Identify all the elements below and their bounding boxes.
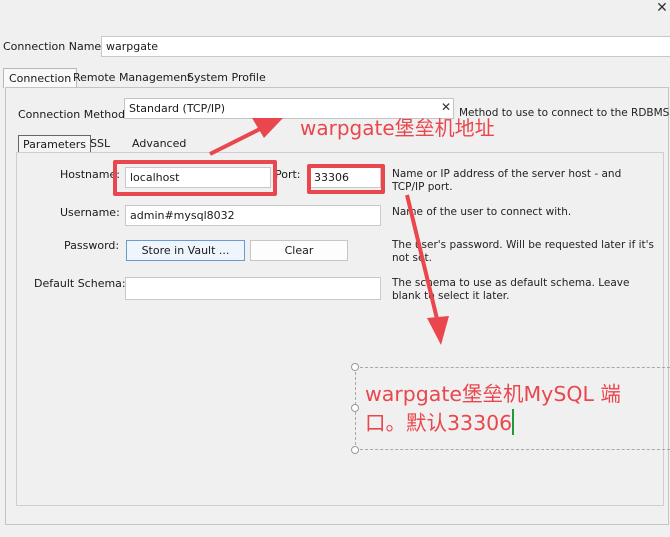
port-arrow-head xyxy=(427,316,449,345)
host-arrow-head xyxy=(252,118,283,138)
resize-handle[interactable] xyxy=(351,363,359,371)
annotation-arrows xyxy=(209,118,449,345)
port-arrow-line xyxy=(405,194,440,324)
resize-handle[interactable] xyxy=(351,404,359,412)
host-annotation-text: warpgate堡垒机地址 xyxy=(300,116,495,140)
resize-handle[interactable] xyxy=(351,446,359,454)
port-annotation-line2: 口。默认33306 xyxy=(365,411,513,435)
port-annotation-text: warpgate堡垒机MySQL 端 口。默认33306 xyxy=(365,380,621,438)
host-arrow-line xyxy=(209,126,263,156)
text-caret xyxy=(512,409,515,435)
port-annotation-line1: warpgate堡垒机MySQL 端 xyxy=(365,382,621,406)
